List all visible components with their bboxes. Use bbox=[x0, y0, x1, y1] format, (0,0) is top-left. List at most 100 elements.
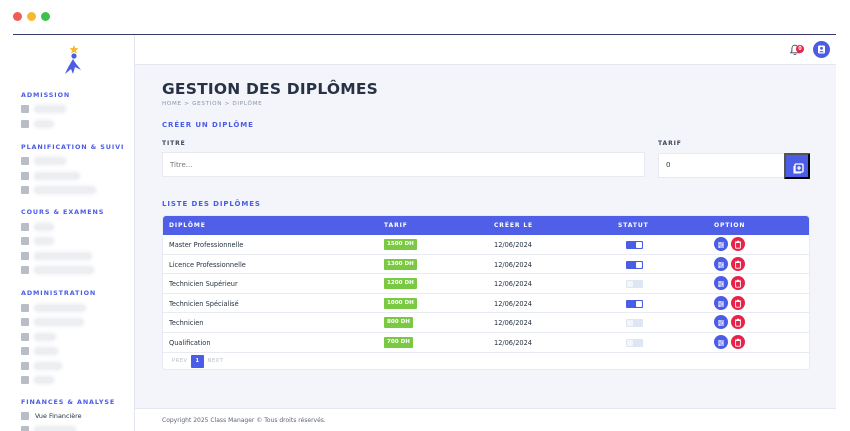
status-toggle[interactable] bbox=[626, 241, 643, 249]
section-administration: ADMINISTRATION bbox=[21, 289, 97, 297]
nav-icon bbox=[21, 361, 29, 370]
nav-icon bbox=[21, 156, 29, 165]
sidebar-item[interactable] bbox=[21, 264, 133, 275]
edit-icon bbox=[718, 320, 724, 327]
delete-button[interactable] bbox=[731, 256, 745, 271]
col-tarif: TARIF bbox=[384, 222, 408, 229]
created-date: 12/06/2024 bbox=[494, 299, 533, 308]
edit-button[interactable] bbox=[714, 315, 728, 330]
sidebar-item[interactable] bbox=[21, 302, 133, 313]
edit-icon bbox=[718, 281, 724, 288]
edit-icon bbox=[718, 300, 724, 307]
sidebar-item[interactable] bbox=[21, 103, 133, 114]
section-admission: ADMISSION bbox=[21, 91, 71, 99]
window-minimize-dot[interactable] bbox=[27, 12, 36, 21]
window-close-dot[interactable] bbox=[13, 12, 22, 21]
delete-button[interactable] bbox=[731, 295, 745, 310]
delete-button[interactable] bbox=[731, 335, 745, 349]
edit-button[interactable] bbox=[714, 256, 728, 271]
blurred-label bbox=[35, 186, 95, 193]
edit-button[interactable] bbox=[714, 276, 728, 291]
window-titlebar bbox=[0, 0, 850, 34]
next-page-button[interactable]: NEXT bbox=[204, 355, 228, 368]
section-finances: FINANCES & ANALYSE bbox=[21, 398, 116, 406]
status-toggle[interactable] bbox=[626, 339, 643, 347]
nav-icon bbox=[21, 185, 29, 194]
status-toggle[interactable] bbox=[626, 319, 643, 328]
table-row: Licence Professionnelle 1300 DH 12/06/2024 bbox=[163, 255, 809, 275]
topbar: 0 bbox=[135, 35, 836, 65]
blurred-label bbox=[35, 266, 93, 273]
sidebar-item[interactable] bbox=[21, 374, 133, 385]
sidebar-item[interactable] bbox=[21, 424, 133, 431]
sidebar-item[interactable] bbox=[21, 345, 133, 356]
sidebar-item[interactable] bbox=[21, 235, 133, 246]
status-toggle[interactable] bbox=[626, 280, 643, 289]
delete-icon bbox=[735, 299, 741, 308]
diplome-name: Technicien bbox=[169, 319, 204, 328]
window-zoom-dot[interactable] bbox=[41, 12, 50, 21]
created-date: 12/06/2024 bbox=[494, 339, 533, 347]
delete-icon bbox=[735, 240, 741, 249]
add-icon bbox=[793, 163, 804, 174]
blurred-label bbox=[35, 362, 61, 369]
blurred-label bbox=[35, 333, 55, 340]
sidebar-item-vue-financiere[interactable]: Vue Financière bbox=[21, 410, 133, 421]
blurred-label bbox=[35, 223, 53, 230]
sidebar-item[interactable] bbox=[21, 118, 133, 129]
page-1-button[interactable]: 1 bbox=[191, 355, 204, 368]
delete-button[interactable] bbox=[731, 315, 745, 330]
delete-icon bbox=[735, 279, 741, 288]
status-toggle[interactable] bbox=[626, 299, 643, 308]
col-diplome: DIPLÔME bbox=[169, 222, 206, 229]
blurred-label bbox=[35, 376, 53, 383]
table-header: DIPLÔME TARIF CRÉER LE STATUT OPTION bbox=[163, 216, 809, 235]
delete-button[interactable] bbox=[731, 276, 745, 291]
tarif-badge: 800 DH bbox=[384, 317, 413, 329]
edit-button[interactable] bbox=[714, 295, 728, 310]
prev-page-button[interactable]: PREV bbox=[168, 355, 191, 368]
add-diplome-button[interactable] bbox=[784, 153, 810, 179]
breadcrumb: HOME > GESTION > DIPLÔME bbox=[162, 101, 263, 107]
table-row: Qualification 700 DH 12/06/2024 bbox=[163, 333, 809, 353]
nav-icon bbox=[21, 171, 29, 180]
blurred-label bbox=[35, 318, 83, 325]
diplome-name: Licence Professionnelle bbox=[169, 260, 246, 269]
sidebar-item[interactable] bbox=[21, 316, 133, 327]
nav-icon bbox=[21, 251, 29, 260]
sidebar-item[interactable] bbox=[21, 221, 133, 232]
nav-icon bbox=[21, 303, 29, 312]
footer: Copyright 2025 Class Manager © Tous droi… bbox=[135, 408, 836, 431]
sidebar-item[interactable] bbox=[21, 331, 133, 342]
sidebar-item[interactable] bbox=[21, 360, 133, 371]
delete-button[interactable] bbox=[731, 237, 745, 251]
sidebar-item[interactable] bbox=[21, 155, 133, 166]
notification-badge: 0 bbox=[796, 45, 804, 53]
tarif-label: TARIF bbox=[658, 140, 682, 147]
blurred-label bbox=[35, 252, 91, 259]
page-title: GESTION DES DIPLÔMES bbox=[162, 80, 379, 98]
blurred-label bbox=[35, 237, 53, 244]
app-window: ADMISSION PLANIFICATION & SUIVI COURS & … bbox=[13, 34, 836, 431]
logo-icon[interactable] bbox=[62, 43, 84, 75]
pagination: PREV 1 NEXT bbox=[168, 355, 227, 368]
user-menu-button[interactable] bbox=[813, 41, 830, 58]
edit-button[interactable] bbox=[714, 237, 728, 251]
created-date: 12/06/2024 bbox=[494, 260, 533, 269]
sidebar-item[interactable] bbox=[21, 170, 133, 181]
toggle-knob bbox=[636, 300, 642, 307]
nav-icon bbox=[21, 346, 29, 355]
edit-button[interactable] bbox=[714, 335, 728, 349]
copyright-text: Copyright 2025 Class Manager © Tous droi… bbox=[162, 417, 326, 424]
tarif-badge: 700 DH bbox=[384, 337, 413, 348]
tarif-badge: 1000 DH bbox=[384, 297, 417, 309]
nav-icon bbox=[21, 375, 29, 384]
sidebar-item[interactable] bbox=[21, 184, 133, 195]
sidebar-item[interactable] bbox=[21, 250, 133, 261]
nav-icon bbox=[21, 104, 29, 113]
tarif-input[interactable]: 0 bbox=[658, 153, 785, 178]
status-toggle[interactable] bbox=[626, 260, 643, 269]
titre-label: TITRE bbox=[162, 140, 186, 147]
titre-input[interactable] bbox=[162, 152, 645, 177]
nav-icon bbox=[21, 119, 29, 128]
